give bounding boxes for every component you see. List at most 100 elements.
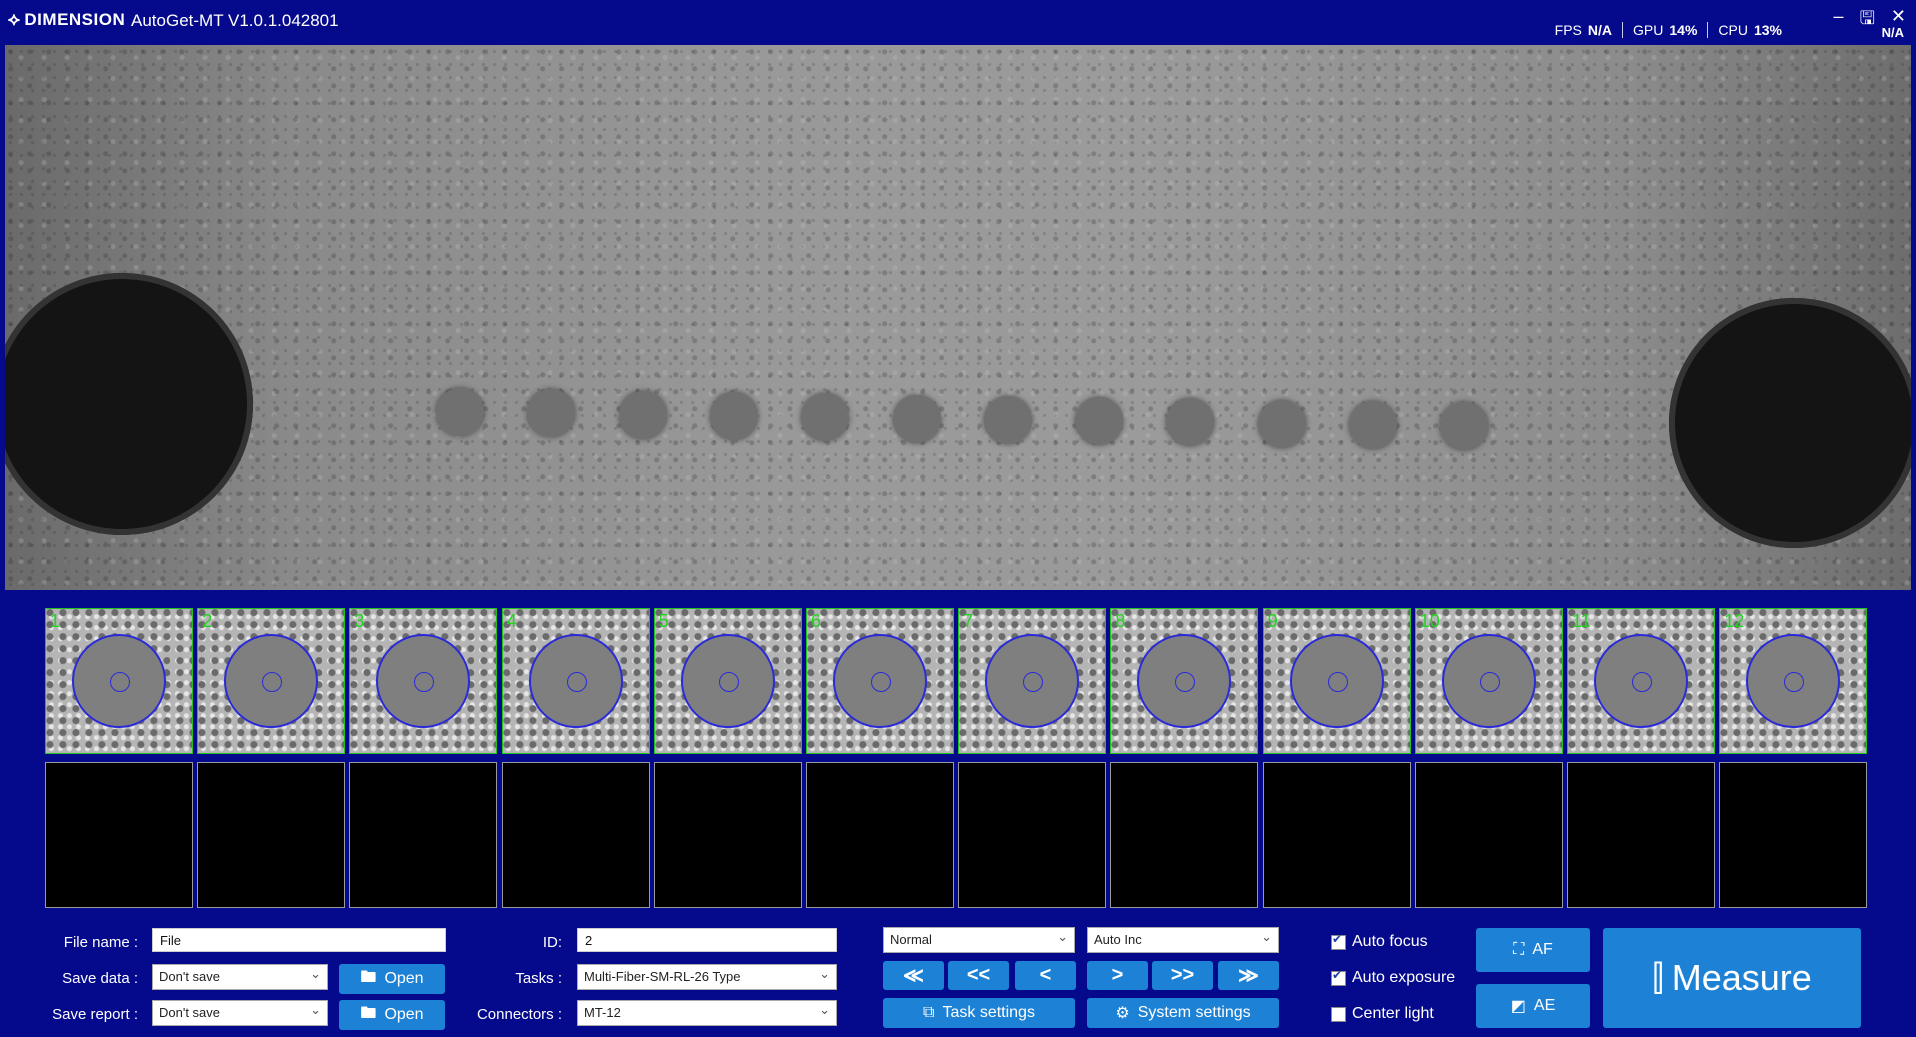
save-data-select[interactable]: Don't save xyxy=(152,964,328,990)
title-bar: ⟡ DIMENSION AutoGet-MT V1.0.1.042801 FPS… xyxy=(0,0,1916,44)
auto-focus-box[interactable] xyxy=(1331,932,1346,950)
app-title: AutoGet-MT V1.0.1.042801 xyxy=(131,11,339,30)
folder-icon: 🖿 xyxy=(360,1004,377,1022)
fps-label: FPS xyxy=(1554,22,1582,38)
connectors-select[interactable]: MT-12 xyxy=(577,1000,837,1026)
result-panel xyxy=(1110,762,1259,908)
fiber-end xyxy=(1075,397,1124,446)
fiber-thumbnail[interactable]: 11 xyxy=(1567,608,1715,754)
device-icon[interactable]: 🖫 xyxy=(1860,6,1875,36)
measure-button[interactable]: ⫿ Measure xyxy=(1603,928,1861,1028)
gpu-value: 14% xyxy=(1669,22,1698,38)
gpu-label: GPU xyxy=(1633,22,1664,38)
exposure-icon: ◩ xyxy=(1510,998,1526,1015)
result-panel xyxy=(653,762,802,908)
center-light-box[interactable] xyxy=(1331,1006,1346,1022)
thumbnail-number: 10 xyxy=(1419,611,1440,631)
fiber-thumbnail[interactable]: 4 xyxy=(501,608,650,754)
result-panel xyxy=(1414,762,1563,908)
center-light-checkbox[interactable]: Center light xyxy=(1331,1005,1434,1023)
fiber-end xyxy=(709,391,758,440)
thumbnail-number: 1 xyxy=(50,611,61,631)
cpu-stat: CPU 13% xyxy=(1708,22,1792,38)
fiber-end xyxy=(527,389,576,438)
save-data-open-button[interactable]: 🖿 Open xyxy=(339,964,445,994)
prev-button[interactable]: < xyxy=(1015,961,1076,990)
thumbnail-number: 3 xyxy=(354,611,365,631)
logo-text: DIMENSION xyxy=(24,9,126,29)
save-report-select[interactable]: Don't save xyxy=(152,1000,328,1026)
thumbnail-number: 7 xyxy=(963,611,974,631)
minimize-icon[interactable]: – xyxy=(1834,6,1844,36)
task-settings-button[interactable]: ⧉ Task settings xyxy=(883,998,1075,1028)
id-label: ID: xyxy=(542,934,562,951)
save-report-open-button[interactable]: 🖿 Open xyxy=(339,1000,445,1030)
fiber-thumbnail[interactable]: 7 xyxy=(958,608,1107,754)
fiber-thumbnail[interactable]: 9 xyxy=(1262,608,1411,754)
af-label: AF xyxy=(1532,941,1553,958)
gpu-stat: GPU 14% xyxy=(1623,22,1709,38)
folder-icon: 🖿 xyxy=(360,968,377,986)
camera-view[interactable] xyxy=(5,45,1911,590)
mode-select[interactable]: Normal xyxy=(883,927,1075,953)
fiber-cladding-ring xyxy=(376,634,471,728)
id-input[interactable] xyxy=(577,928,837,952)
next-page-button[interactable]: >> xyxy=(1152,961,1213,990)
result-panel xyxy=(806,762,954,908)
fiber-cladding-ring xyxy=(833,634,927,728)
open-label: Open xyxy=(384,1006,424,1023)
fiber-core-ring xyxy=(1023,672,1044,692)
tasks-select[interactable]: Multi-Fiber-SM-RL-26 Type xyxy=(577,964,837,990)
fiber-thumbnail[interactable]: 10 xyxy=(1414,608,1563,754)
prev-page-button[interactable]: << xyxy=(948,961,1009,990)
save-report-label: Save report : xyxy=(52,1006,138,1023)
ae-button[interactable]: ◩ AE xyxy=(1476,984,1590,1028)
ae-label: AE xyxy=(1533,997,1556,1014)
next-button[interactable]: > xyxy=(1087,961,1148,990)
fiber-thumbnail[interactable]: 3 xyxy=(349,608,498,754)
thumbnail-number: 5 xyxy=(658,611,669,631)
auto-exposure-checkbox[interactable]: Auto exposure xyxy=(1331,968,1455,987)
connectors-label: Connectors : xyxy=(476,1006,562,1023)
thumbnail-number: 6 xyxy=(811,611,822,631)
fiber-core-ring xyxy=(1327,672,1348,692)
last-button[interactable]: ≫ xyxy=(1218,961,1279,990)
fps-stat: FPS N/A xyxy=(1545,22,1624,38)
app-logo: ⟡ DIMENSION xyxy=(8,9,125,30)
fiber-end xyxy=(436,388,484,436)
control-panel: File name : Save data : Don't save 🖿 Ope… xyxy=(0,918,1916,1037)
increment-select[interactable]: Auto Inc xyxy=(1087,927,1279,953)
fiber-cladding-ring xyxy=(680,634,775,728)
fiber-thumbnail[interactable]: 6 xyxy=(806,608,954,754)
fiber-thumbnail[interactable]: 12 xyxy=(1719,608,1868,754)
fiber-thumbnail[interactable]: 1 xyxy=(45,608,193,754)
fiber-core-ring xyxy=(414,672,435,692)
thumbnail-number: 12 xyxy=(1724,611,1745,631)
fiber-core-ring xyxy=(1784,672,1805,692)
auto-exposure-box[interactable] xyxy=(1331,968,1346,986)
window-controls: – 🖫 ✕ N/A xyxy=(1834,6,1906,40)
measure-label: Measure xyxy=(1671,957,1812,998)
guide-hole-right xyxy=(1669,298,1911,548)
first-button[interactable]: ≪ xyxy=(883,961,944,990)
system-settings-button[interactable]: ⚙ System settings xyxy=(1087,998,1279,1028)
auto-focus-checkbox[interactable]: Auto focus xyxy=(1331,932,1428,951)
auto-focus-label: Auto focus xyxy=(1352,933,1428,950)
af-button[interactable]: ⛶ AF xyxy=(1476,928,1590,972)
fiber-thumbnail[interactable]: 2 xyxy=(197,608,346,754)
result-panel xyxy=(501,762,650,908)
fiber-thumbnail[interactable]: 5 xyxy=(653,608,802,754)
logo-icon: ⟡ xyxy=(8,9,21,29)
fiber-thumbnail[interactable]: 8 xyxy=(1110,608,1259,754)
fiber-cladding-ring xyxy=(1137,634,1232,728)
file-name-input[interactable] xyxy=(152,928,446,952)
tasks-label: Tasks : xyxy=(515,970,562,987)
cpu-value: 13% xyxy=(1753,22,1782,38)
fps-value: N/A xyxy=(1587,22,1613,38)
fiber-end xyxy=(1440,402,1489,451)
fiber-cladding-ring xyxy=(1441,634,1536,728)
result-panel xyxy=(1719,762,1868,908)
fiber-end xyxy=(892,394,941,443)
task-settings-label: Task settings xyxy=(942,1004,1035,1021)
fiber-cladding-ring xyxy=(224,634,319,728)
